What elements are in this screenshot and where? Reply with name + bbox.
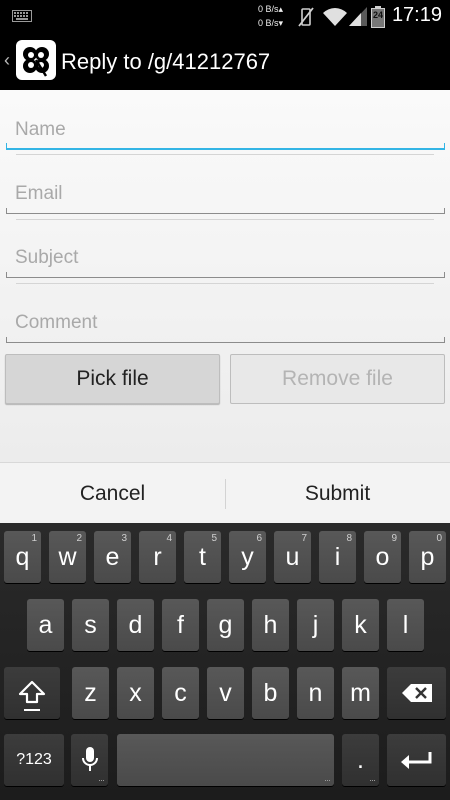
wifi-icon — [323, 8, 347, 26]
battery-level: 24 — [372, 10, 383, 20]
key-f[interactable]: f — [162, 599, 199, 651]
symbols-key[interactable]: ?123 — [4, 734, 64, 786]
key-d[interactable]: d — [117, 599, 154, 651]
email-underline — [6, 208, 445, 214]
key-label: . — [357, 745, 364, 774]
key-hint: 3 — [121, 533, 127, 544]
key-q[interactable]: q1 — [4, 531, 41, 583]
comment-input[interactable] — [6, 303, 445, 343]
backspace-icon — [401, 684, 432, 702]
reply-form: Pick file Remove file — [0, 90, 450, 462]
microphone-icon — [81, 747, 98, 771]
key-hint: 6 — [256, 533, 262, 544]
key-y[interactable]: y6 — [229, 531, 266, 583]
key-label: r — [153, 542, 162, 571]
name-field[interactable] — [6, 110, 445, 150]
name-input[interactable] — [6, 110, 445, 150]
status-bar: 0 B/s▴ 0 B/s▾ 24 17:19 — [0, 0, 450, 33]
signal-icon — [349, 7, 367, 26]
enter-key[interactable] — [387, 734, 446, 786]
divider — [16, 283, 434, 284]
divider — [16, 154, 434, 155]
battery-icon: 24 — [371, 6, 385, 28]
netspeed-down: 0 B/s — [258, 18, 279, 28]
shift-key[interactable] — [4, 667, 60, 719]
more-options-icon: ··· — [369, 775, 376, 785]
key-o[interactable]: o9 — [364, 531, 401, 583]
key-g[interactable]: g — [207, 599, 244, 651]
subject-input[interactable] — [6, 238, 445, 278]
shift-indicator — [24, 709, 40, 711]
key-s[interactable]: s — [72, 599, 109, 651]
comment-underline — [6, 337, 445, 343]
key-z[interactable]: z — [72, 667, 109, 719]
key-label: e — [105, 542, 120, 571]
shift-icon — [18, 680, 46, 704]
remove-file-button[interactable]: Remove file — [230, 354, 445, 404]
key-c[interactable]: c — [162, 667, 199, 719]
key-r[interactable]: r4 — [139, 531, 176, 583]
keyboard-icon — [12, 10, 32, 22]
key-label: i — [334, 542, 341, 571]
key-hint: 5 — [211, 533, 217, 544]
key-e[interactable]: e3 — [94, 531, 131, 583]
key-label: w — [58, 542, 77, 571]
vibrate-off-icon — [298, 7, 314, 27]
key-x[interactable]: x — [117, 667, 154, 719]
divider — [16, 219, 434, 220]
clover-logo-icon[interactable] — [16, 40, 56, 80]
enter-icon — [400, 752, 431, 769]
submit-button[interactable]: Submit — [225, 463, 450, 524]
key-i[interactable]: i8 — [319, 531, 356, 583]
name-underline — [6, 143, 445, 150]
key-hint: 2 — [76, 533, 82, 544]
soft-keyboard: q1 w2 e3 r4 t5 y6 u7 i8 o9 p0 a s d f g … — [0, 523, 450, 800]
email-field[interactable] — [6, 174, 445, 214]
netspeed-up: 0 B/s — [258, 4, 279, 14]
action-bar: ‹ Reply to /g/41212767 — [0, 33, 450, 90]
key-u[interactable]: u7 — [274, 531, 311, 583]
subject-underline — [6, 272, 445, 278]
key-n[interactable]: n — [297, 667, 334, 719]
key-hint: 0 — [436, 533, 442, 544]
dialog-button-bar: Cancel Submit — [0, 462, 450, 523]
key-hint: 9 — [391, 533, 397, 544]
period-key[interactable]: . ··· — [342, 734, 379, 786]
cancel-button[interactable]: Cancel — [0, 463, 225, 524]
key-m[interactable]: m — [342, 667, 379, 719]
key-hint: 8 — [346, 533, 352, 544]
more-options-icon: ··· — [98, 775, 105, 785]
key-p[interactable]: p0 — [409, 531, 446, 583]
key-label: q — [15, 542, 30, 571]
backspace-key[interactable] — [387, 667, 446, 719]
page-title: Reply to /g/41212767 — [61, 49, 271, 74]
subject-field[interactable] — [6, 238, 445, 278]
voice-input-key[interactable]: ··· — [71, 734, 108, 786]
key-hint: 7 — [301, 533, 307, 544]
space-key[interactable]: ··· — [117, 734, 334, 786]
key-b[interactable]: b — [252, 667, 289, 719]
key-v[interactable]: v — [207, 667, 244, 719]
clock: 17:19 — [391, 4, 442, 26]
key-t[interactable]: t5 — [184, 531, 221, 583]
key-h[interactable]: h — [252, 599, 289, 651]
pick-file-button[interactable]: Pick file — [5, 354, 220, 404]
key-hint: 4 — [166, 533, 172, 544]
email-input[interactable] — [6, 174, 445, 214]
key-label: p — [420, 542, 435, 571]
key-label: t — [199, 542, 206, 571]
key-label: y — [241, 542, 254, 571]
key-a[interactable]: a — [27, 599, 64, 651]
network-speed: 0 B/s▴ 0 B/s▾ — [258, 4, 284, 28]
key-w[interactable]: w2 — [49, 531, 86, 583]
key-label: u — [285, 542, 300, 571]
key-label: o — [375, 542, 390, 571]
key-l[interactable]: l — [387, 599, 424, 651]
key-hint: 1 — [31, 533, 37, 544]
more-options-icon: ··· — [324, 775, 331, 785]
back-chevron-icon[interactable]: ‹ — [4, 50, 10, 70]
key-k[interactable]: k — [342, 599, 379, 651]
key-j[interactable]: j — [297, 599, 334, 651]
comment-field[interactable] — [6, 303, 445, 343]
